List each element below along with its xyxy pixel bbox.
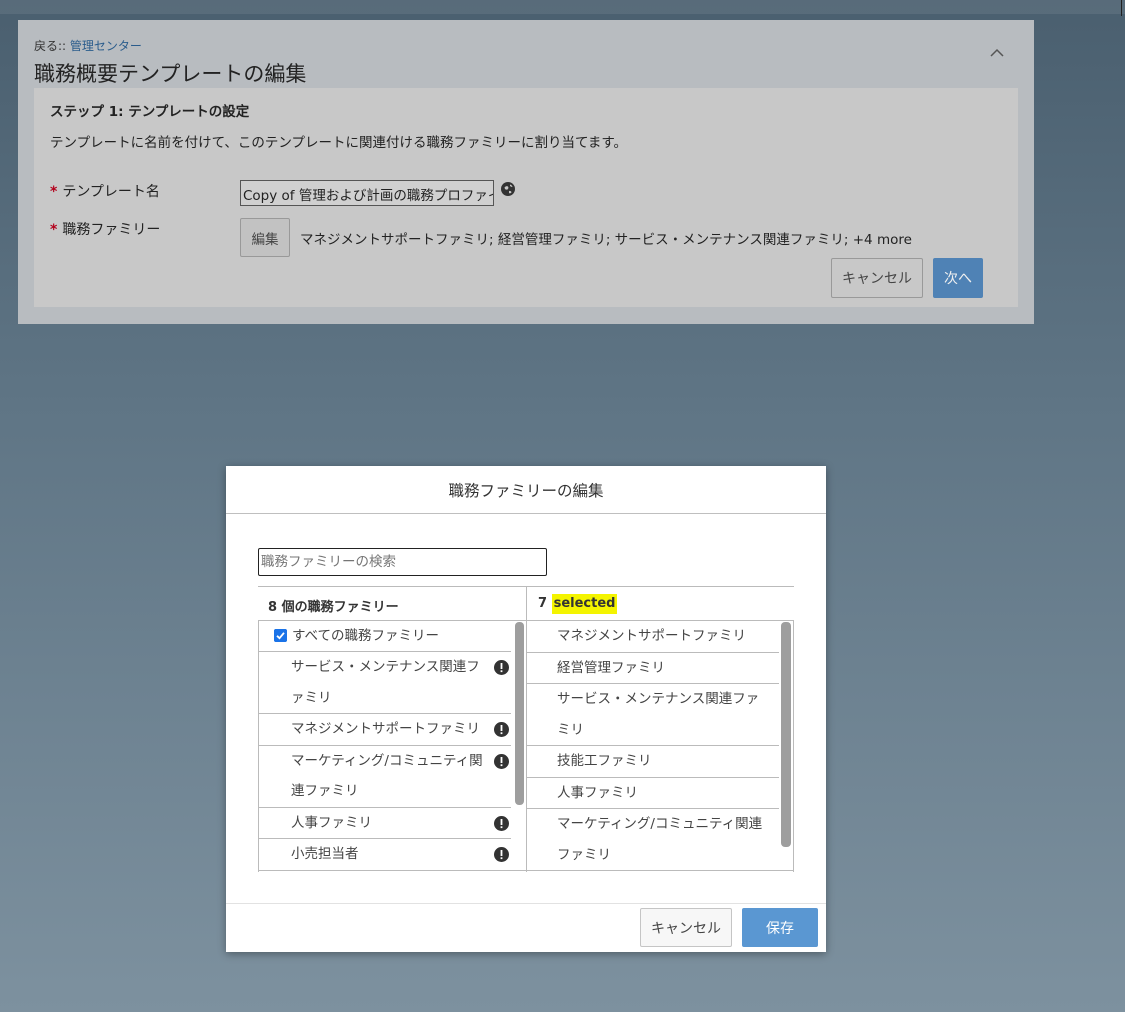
list-item[interactable]: 人事ファミリ (527, 778, 779, 809)
list-item[interactable]: マーケティング/コミュニティ関連ファミリ (527, 809, 779, 871)
selected-label: selected (551, 594, 618, 614)
list-item[interactable]: サービス・メンテナンス関連ファミリ (527, 684, 779, 746)
cancel-button[interactable]: キャンセル (831, 258, 923, 298)
list-item[interactable]: 小売担当者 (259, 839, 511, 871)
step-1-section: ステップ 1: テンプレートの設定 テンプレートに名前を付けて、このテンプレート… (34, 88, 1018, 307)
available-list-scrollbar[interactable] (515, 622, 524, 805)
job-family-search-input[interactable] (258, 548, 547, 576)
breadcrumb: 戻る:: 管理センター (34, 37, 142, 54)
template-name-input[interactable]: Copy of 管理および計画の職務プロファイル (240, 180, 494, 206)
selected-job-families-list: マネジメントサポートファミリ 経営管理ファミリ サービス・メンテナンス関連ファミ… (527, 621, 779, 871)
edit-job-family-dialog: 職務ファミリーの編集 8 個の職務ファミリー 7 selected すべての職務… (226, 466, 826, 952)
job-family-summary: マネジメントサポートファミリ; 経営管理ファミリ; サービス・メンテナンス関連フ… (300, 232, 912, 248)
list-item[interactable]: 技能工ファミリ (527, 746, 779, 778)
exclamation-circle-icon (494, 815, 509, 831)
job-family-lists: 8 個の職務ファミリー 7 selected すべての職務ファミリー サービス・… (258, 586, 794, 872)
dialog-footer-divider (226, 903, 826, 904)
breadcrumb-prefix: 戻る:: (34, 39, 67, 53)
template-editor-panel: 戻る:: 管理センター 職務概要テンプレートの編集 ステップ 1: テンプレート… (18, 20, 1034, 324)
checkbox-checked-icon[interactable] (274, 629, 287, 642)
step-description: テンプレートに名前を付けて、このテンプレートに関連付ける職務ファミリーに割り当て… (50, 135, 627, 151)
step-title: ステップ 1: テンプレートの設定 (50, 104, 250, 120)
select-all-label: すべての職務ファミリー (292, 628, 440, 644)
exclamation-circle-icon (494, 722, 509, 737)
exclamation-circle-icon (494, 660, 509, 675)
available-list-header: 8 個の職務ファミリー (268, 600, 399, 615)
dialog-title: 職務ファミリーの編集 (226, 466, 826, 514)
window-edge-line (1121, 0, 1122, 16)
globe-icon[interactable] (500, 181, 516, 197)
chevron-up-icon[interactable] (988, 44, 1006, 62)
window-top-edge (0, 0, 1125, 14)
required-marker: * (50, 184, 58, 200)
exclamation-circle-icon (494, 847, 509, 862)
exclamation-circle-icon (494, 753, 509, 769)
page-title: 職務概要テンプレートの編集 (34, 62, 307, 86)
required-marker: * (50, 222, 58, 238)
selected-list-scrollbar[interactable] (781, 622, 791, 847)
list-item[interactable]: マネジメントサポートファミリ (259, 714, 511, 746)
list-border-right (793, 620, 794, 872)
select-all-row[interactable]: すべての職務ファミリー (259, 621, 511, 652)
edit-job-family-button[interactable]: 編集 (240, 218, 290, 257)
selected-list-header: 7 selected (538, 594, 618, 614)
list-item[interactable]: 人事ファミリ (259, 808, 511, 839)
list-item[interactable]: マーケティング/コミュニティ関連ファミリ (259, 746, 511, 808)
breadcrumb-link-admin-center[interactable]: 管理センター (70, 39, 142, 53)
dialog-cancel-button[interactable]: キャンセル (640, 908, 732, 947)
template-name-label: * テンプレート名 (50, 184, 160, 200)
list-item[interactable]: 経営管理ファミリ (527, 653, 779, 684)
job-family-label: * 職務ファミリー (50, 222, 161, 238)
dialog-save-button[interactable]: 保存 (742, 908, 818, 947)
list-item[interactable]: マネジメントサポートファミリ (527, 621, 779, 653)
list-item[interactable]: サービス・メンテナンス関連ファミリ (259, 652, 511, 714)
selected-count: 7 (538, 596, 548, 611)
available-job-families-list: すべての職務ファミリー サービス・メンテナンス関連ファミリ マネジメントサポート… (259, 621, 511, 871)
next-button[interactable]: 次へ (933, 258, 983, 298)
